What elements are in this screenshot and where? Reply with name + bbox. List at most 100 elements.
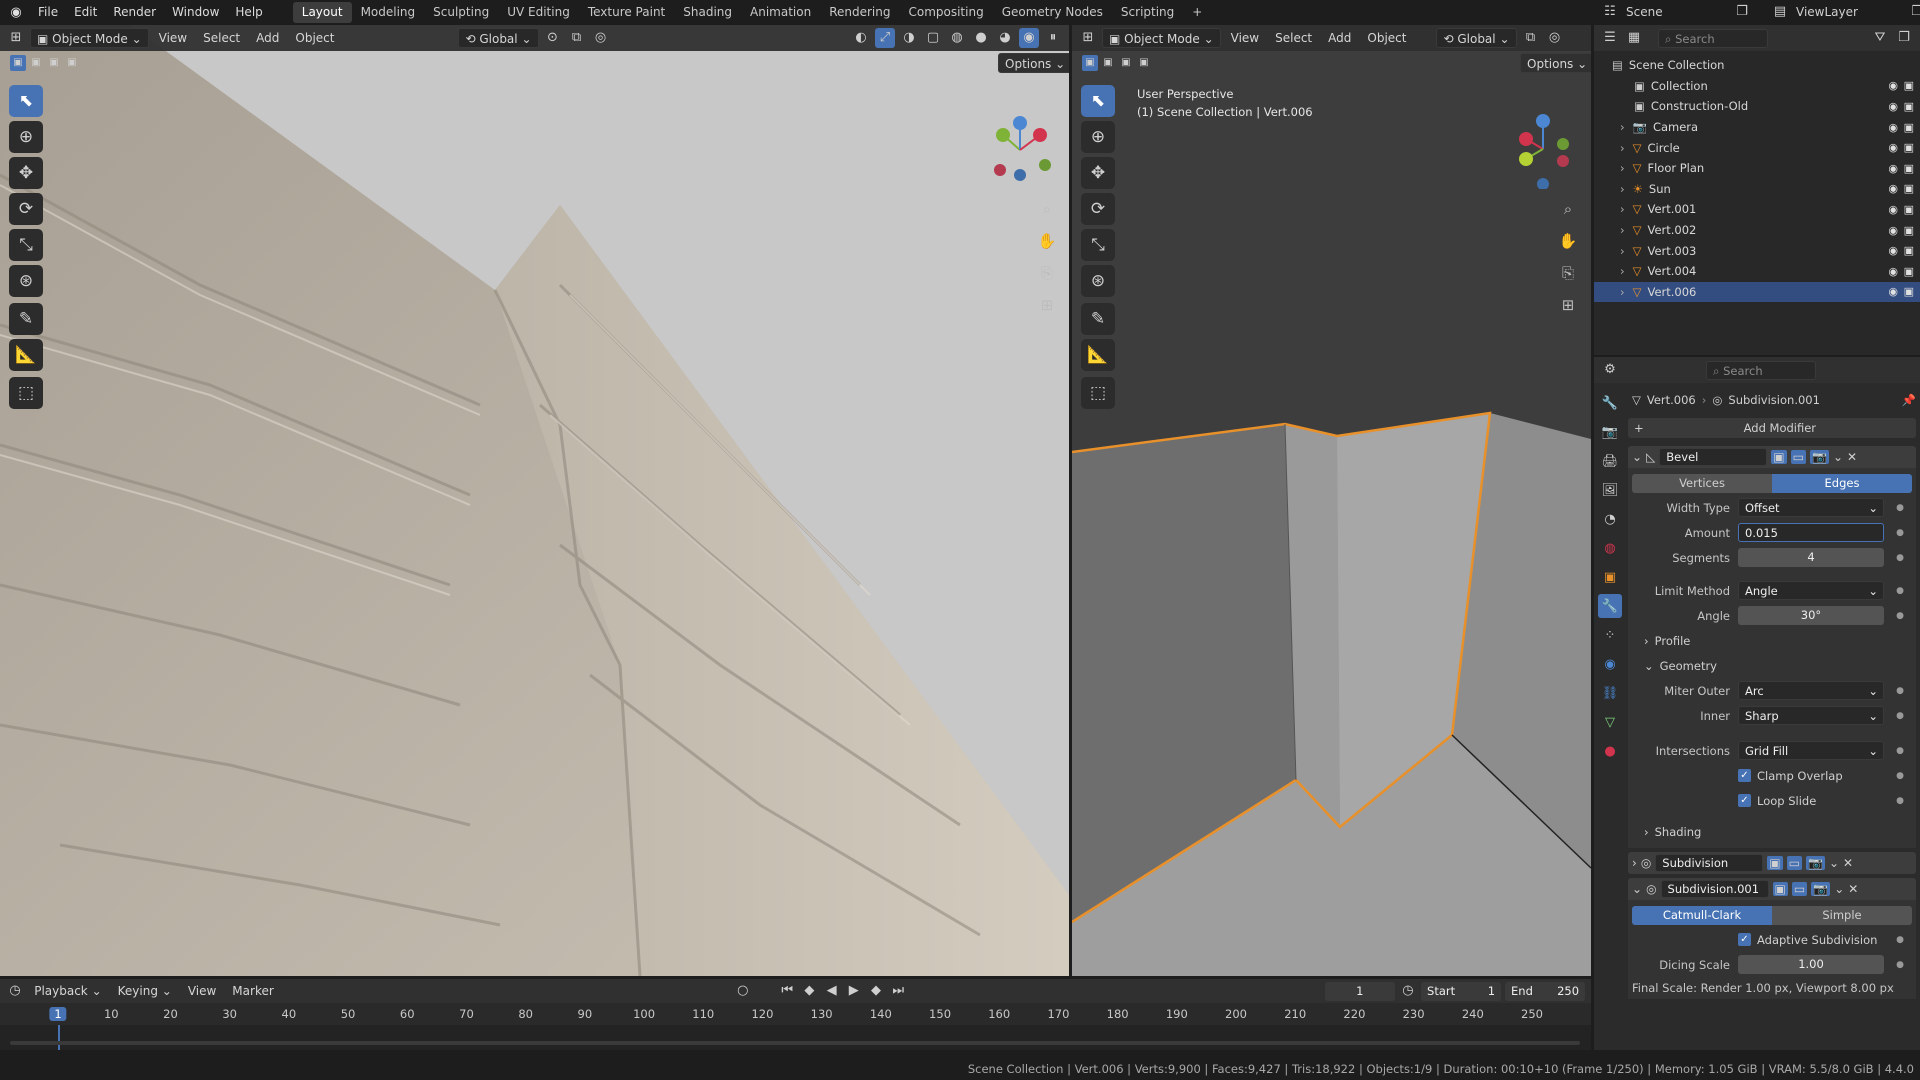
camera-view-icon-right[interactable]: ⎘: [1554, 259, 1582, 287]
tab-animation[interactable]: Animation: [741, 2, 820, 23]
select-box-tool-icon[interactable]: ⬉: [9, 85, 43, 117]
amount-field[interactable]: 0.015: [1738, 523, 1884, 542]
visibility-eye-icon[interactable]: ◉: [1888, 162, 1898, 175]
outliner-root[interactable]: ▤ Scene Collection: [1594, 55, 1920, 76]
visibility-eye-icon[interactable]: ◉: [1888, 100, 1898, 113]
outliner-item[interactable]: › ▽ Circle ◉ ▣: [1594, 137, 1920, 158]
start-frame-field[interactable]: Start 1: [1421, 981, 1502, 1001]
transform-tool-icon[interactable]: ⊛: [9, 265, 43, 297]
view-layer-tab-icon[interactable]: 🖼: [1598, 478, 1622, 502]
tab-sculpting[interactable]: Sculpting: [424, 2, 498, 23]
visibility-eye-icon[interactable]: ◉: [1888, 244, 1898, 257]
expand-chevron-icon[interactable]: ›: [1620, 120, 1625, 134]
render-toggle-icon[interactable]: 📷: [1805, 856, 1825, 870]
options-button-right[interactable]: Options ⌄: [1520, 53, 1591, 73]
outliner-search[interactable]: ⌕ Search: [1658, 28, 1768, 48]
next-keyframe-icon[interactable]: ◆: [867, 981, 885, 1001]
segments-field[interactable]: 4: [1738, 548, 1884, 567]
pivot-icon[interactable]: ⊙: [543, 28, 563, 48]
current-frame-field[interactable]: 1: [1324, 981, 1395, 1001]
visibility-eye-icon[interactable]: ◉: [1888, 141, 1898, 154]
marker-menu[interactable]: Marker: [226, 981, 279, 1001]
orientation-dropdown[interactable]: ⟲ Global ⌄: [458, 28, 539, 48]
playback-menu[interactable]: Playback ⌄: [28, 981, 107, 1001]
render-visibility-icon[interactable]: ▣: [1904, 141, 1914, 154]
scene-tab-icon[interactable]: ◔: [1598, 507, 1622, 531]
viewport-toggle-icon[interactable]: ▭: [1791, 882, 1808, 896]
render-visibility-icon[interactable]: ▣: [1904, 203, 1914, 216]
visibility-eye-icon[interactable]: ◉: [1888, 182, 1898, 195]
adaptive-subdivision-checkbox[interactable]: ✓: [1738, 933, 1751, 946]
right-viewport[interactable]: ⊞ ▣ Object Mode ⌄ View Select Add Object…: [1072, 25, 1591, 976]
editor-type-icon[interactable]: ⊞: [6, 28, 26, 48]
render-visibility-icon[interactable]: ▣: [1904, 182, 1914, 195]
keyframe-dot-icon[interactable]: ●: [1896, 586, 1904, 596]
tab-texture-paint[interactable]: Texture Paint: [579, 2, 674, 23]
timeline-view-menu[interactable]: View: [182, 981, 222, 1001]
keyframe-dot-icon[interactable]: ●: [1896, 796, 1904, 806]
menu-render[interactable]: Render: [105, 0, 164, 25]
zoom-icon-right[interactable]: ⌕: [1554, 195, 1582, 223]
select-new-icon[interactable]: ▣: [10, 55, 26, 71]
expand-chevron-icon[interactable]: ›: [1620, 141, 1625, 155]
display-mode-icon[interactable]: ▦: [1624, 28, 1644, 48]
tab-layout[interactable]: Layout: [292, 2, 352, 23]
keyframe-dot-icon[interactable]: ●: [1896, 746, 1904, 756]
loop-slide-checkbox[interactable]: ✓: [1738, 794, 1751, 807]
select-extend-icon[interactable]: ▣: [28, 55, 44, 71]
outliner-item[interactable]: › ▽ Floor Plan ◉ ▣: [1594, 158, 1920, 179]
pan-hand-icon[interactable]: ✋: [1033, 227, 1061, 255]
expand-chevron-icon[interactable]: ›: [1620, 161, 1625, 175]
particles-tab-icon[interactable]: ⁘: [1598, 623, 1622, 647]
select-extend-icon-right[interactable]: ▣: [1100, 55, 1116, 71]
properties-search[interactable]: ⌕ Search: [1706, 360, 1816, 380]
subdivision001-modifier-header[interactable]: ⌄ ◎ Subdivision.001 ▣ ▭ 📷 ⌄ ✕: [1628, 878, 1916, 900]
filter-icon[interactable]: ⛛: [1870, 28, 1890, 48]
dropdown-icon[interactable]: ⌄: [1834, 882, 1844, 896]
object-tab-icon[interactable]: ▣: [1598, 565, 1622, 589]
proportional-edit-icon-right[interactable]: ◎: [1545, 28, 1565, 48]
data-tab-icon[interactable]: ▽: [1598, 710, 1622, 734]
edit-mode-toggle-icon[interactable]: ▣: [1771, 450, 1787, 464]
tool-tab-icon[interactable]: 🔧: [1598, 391, 1622, 415]
ortho-grid-icon-right[interactable]: ⊞: [1554, 291, 1582, 319]
scale-tool-icon[interactable]: ⤡: [9, 229, 43, 261]
camera-view-icon[interactable]: ⎘: [1033, 259, 1061, 287]
render-visibility-icon[interactable]: ▣: [1904, 121, 1914, 134]
tab-scripting[interactable]: Scripting: [1112, 2, 1183, 23]
options-button[interactable]: Options ⌄: [998, 53, 1069, 73]
keying-menu[interactable]: Keying ⌄: [112, 981, 178, 1001]
rotate-tool-icon[interactable]: ⟳: [9, 193, 43, 225]
jump-start-icon[interactable]: ⏮: [778, 981, 796, 1001]
render-toggle-icon[interactable]: 📷: [1811, 882, 1831, 896]
tab-simple[interactable]: Simple: [1772, 906, 1912, 925]
render-visibility-icon[interactable]: ▣: [1904, 162, 1914, 175]
jump-end-icon[interactable]: ⏭: [889, 981, 907, 1001]
render-visibility-icon[interactable]: ▣: [1904, 285, 1914, 298]
end-frame-field[interactable]: End 250: [1505, 981, 1586, 1001]
clamp-overlap-checkbox[interactable]: ✓: [1738, 769, 1751, 782]
select-intersect-icon-right[interactable]: ▣: [1136, 55, 1152, 71]
visibility-icon[interactable]: ◐: [851, 28, 871, 48]
gizmo-icon[interactable]: ⤢: [875, 28, 895, 48]
transform-tool-icon-right[interactable]: ⊛: [1081, 265, 1115, 297]
pause-icon[interactable]: ⏸: [1043, 28, 1063, 48]
material-tab-icon[interactable]: ●: [1598, 739, 1622, 763]
scene-name[interactable]: Scene: [1626, 5, 1726, 19]
bevel-modifier-header[interactable]: ⌄ ◺ Bevel ▣ ▭ 📷 ⌄ ✕: [1628, 446, 1916, 468]
visibility-eye-icon[interactable]: ◉: [1888, 224, 1898, 237]
annotate-tool-icon-right[interactable]: ✎: [1081, 303, 1115, 335]
tab-shading[interactable]: Shading: [674, 2, 741, 23]
mode-dropdown-right[interactable]: ▣ Object Mode ⌄: [1102, 28, 1221, 48]
edit-mode-toggle-icon[interactable]: ▣: [1767, 856, 1783, 870]
collapse-chevron-icon[interactable]: ⌄: [1632, 450, 1642, 464]
select-new-icon-right[interactable]: ▣: [1082, 55, 1098, 71]
prev-keyframe-icon[interactable]: ◆: [800, 981, 818, 1001]
cursor-tool-icon[interactable]: ⊕: [9, 121, 43, 153]
proportional-edit-icon[interactable]: ◎: [591, 28, 611, 48]
intersections-dropdown[interactable]: Grid Fill ⌄: [1738, 741, 1884, 760]
pin-icon[interactable]: 📌: [1902, 393, 1916, 407]
outliner-item[interactable]: › 📷 Camera ◉ ▣: [1594, 117, 1920, 138]
outliner-item[interactable]: › ▽ Vert.001 ◉ ▣: [1594, 199, 1920, 220]
rotate-tool-icon-right[interactable]: ⟳: [1081, 193, 1115, 225]
